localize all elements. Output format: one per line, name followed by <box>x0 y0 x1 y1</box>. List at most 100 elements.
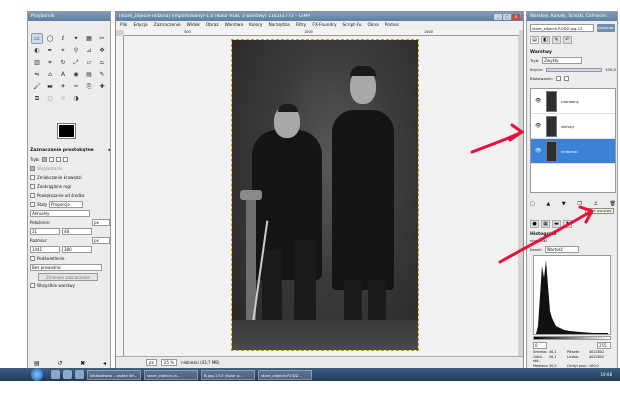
layer-row[interactable]: 👁 zielony <box>531 114 615 139</box>
size-w-input[interactable]: 1441 <box>30 246 60 253</box>
fixed-select[interactable]: Proporcje <box>49 201 84 208</box>
tab-paths-icon[interactable]: ✎ <box>552 36 561 44</box>
ink-icon[interactable]: ✑ <box>71 82 81 91</box>
eye-icon[interactable]: 👁 <box>535 148 542 154</box>
maximize-icon[interactable]: □ <box>503 14 511 20</box>
restore-options-icon[interactable]: ↺ <box>57 360 62 367</box>
start-button[interactable] <box>31 368 43 381</box>
eye-icon[interactable]: 👁 <box>535 98 542 104</box>
tab-layers-icon[interactable]: ▤ <box>530 36 539 44</box>
cage-icon[interactable]: ⌂ <box>45 70 55 79</box>
merge-checkbox[interactable] <box>30 283 35 288</box>
mode-subtract-icon[interactable] <box>55 157 61 162</box>
current-input[interactable]: Aktualny <box>30 210 90 217</box>
histogram-graph[interactable] <box>533 255 611 335</box>
clone-icon[interactable]: ⎘ <box>84 82 94 91</box>
bucket-fill-icon[interactable]: ◉ <box>71 70 81 79</box>
position-x-input[interactable]: 21 <box>30 228 60 235</box>
taskbar-task[interactable]: Wskazówka – zadań Wi... <box>87 369 141 380</box>
delete-layer-icon[interactable]: 🗑 <box>610 201 616 207</box>
opacity-slider[interactable] <box>546 67 603 72</box>
lower-layer-icon[interactable]: ▼ <box>562 201 566 207</box>
menu-9[interactable]: FX-Foundry <box>312 23 336 28</box>
rect-select-icon[interactable]: ▭ <box>31 33 43 44</box>
mode-add-icon[interactable] <box>48 157 54 162</box>
position-unit-select[interactable]: px <box>92 219 110 226</box>
panel-menu-icon[interactable]: ◂ <box>108 148 110 153</box>
fixed-checkbox[interactable] <box>30 202 35 207</box>
layer-name[interactable]: czerwony <box>561 99 579 104</box>
tab-brush-icon[interactable]: ● <box>530 220 539 228</box>
explorer-icon[interactable] <box>51 370 60 379</box>
tab-gradient-icon[interactable]: ▬ <box>552 220 561 228</box>
layer-row[interactable]: 👁 czerwony <box>531 89 615 114</box>
photo-image[interactable] <box>231 39 419 351</box>
menu-4[interactable]: Obraz <box>206 23 219 28</box>
range-min-input[interactable]: 0 <box>533 342 547 349</box>
blend-icon[interactable]: ▤ <box>84 70 94 79</box>
tab-pattern-icon[interactable]: ▦ <box>541 220 550 228</box>
menu-0[interactable]: Plik <box>120 23 127 28</box>
airbrush-icon[interactable]: ✈ <box>58 82 68 91</box>
size-unit-select[interactable]: px <box>92 237 110 244</box>
heal-icon[interactable]: ✚ <box>97 82 107 91</box>
reset-options-icon[interactable]: ◂ <box>103 360 106 367</box>
crop-icon[interactable]: ⌗ <box>45 58 55 67</box>
layer-row[interactable]: 👁 niebieski <box>531 139 615 164</box>
smudge-icon[interactable]: ☝ <box>58 94 68 103</box>
taskbar-task[interactable]: B.jpg-13.0 (Kolor p... <box>201 369 255 380</box>
shear-icon[interactable]: ▱ <box>84 58 94 67</box>
feather-checkbox[interactable] <box>30 175 35 180</box>
mode-intersect-icon[interactable] <box>62 157 68 162</box>
media-icon[interactable] <box>75 370 84 379</box>
menu-3[interactable]: Widok <box>187 23 200 28</box>
position-y-input[interactable]: 48 <box>62 228 92 235</box>
lock-alpha-checkbox[interactable] <box>563 76 569 81</box>
image-canvas[interactable] <box>124 36 518 356</box>
channel-select[interactable]: Wartość <box>544 246 579 253</box>
measure-icon[interactable]: ⊿ <box>84 46 94 55</box>
color-picker-icon[interactable]: ⌖ <box>58 46 68 55</box>
size-h-input[interactable]: 380 <box>62 246 92 253</box>
browser-icon[interactable] <box>63 370 72 379</box>
anchor-layer-icon[interactable]: ⚓ <box>594 201 598 207</box>
auto-button[interactable]: Automat. <box>597 24 615 32</box>
menu-11[interactable]: Okna <box>368 23 379 28</box>
eraser-icon[interactable]: ▬ <box>45 82 55 91</box>
paths-icon[interactable]: ✒ <box>45 46 55 55</box>
vertical-ruler[interactable] <box>116 36 124 356</box>
new-layer-icon[interactable]: ▢ <box>530 201 535 207</box>
menu-5[interactable]: Warstwa <box>225 23 243 28</box>
eye-icon[interactable]: 👁 <box>535 123 542 129</box>
pencil-icon[interactable]: ✎ <box>97 70 107 79</box>
menu-12[interactable]: Pomoc <box>385 23 399 28</box>
menu-7[interactable]: Narzędzia <box>268 23 289 28</box>
foreground-select-icon[interactable]: ◐ <box>32 46 42 55</box>
lock-pixels-checkbox[interactable] <box>555 76 561 81</box>
minimize-icon[interactable]: _ <box>494 14 502 20</box>
scissors-select-icon[interactable]: ✂ <box>97 34 107 43</box>
tab-channels-icon[interactable]: ◧ <box>541 36 550 44</box>
layer-name[interactable]: niebieski <box>561 149 578 154</box>
blur-icon[interactable]: ◌ <box>45 94 55 103</box>
shrink-selection-button[interactable]: Zmniejsz zaznaczenie <box>38 272 98 281</box>
menu-10[interactable]: Script-Fu <box>343 23 362 28</box>
menu-8[interactable]: Filtry <box>296 23 307 28</box>
scale-icon[interactable]: ⤢ <box>71 58 81 67</box>
perspective-icon[interactable]: ⏢ <box>97 58 107 67</box>
raise-layer-icon[interactable]: ▲ <box>546 201 550 207</box>
fg-bg-colors[interactable] <box>57 123 88 146</box>
menu-6[interactable]: Kolory <box>249 23 262 28</box>
flip-icon[interactable]: ⇋ <box>32 70 42 79</box>
fuzzy-select-icon[interactable]: ✦ <box>71 34 81 43</box>
expand-center-checkbox[interactable] <box>30 193 35 198</box>
color-select-icon[interactable]: ▦ <box>84 34 94 43</box>
unit-select[interactable]: px <box>146 359 157 366</box>
menu-1[interactable]: Edycja <box>133 23 147 28</box>
move-icon[interactable]: ✥ <box>97 46 107 55</box>
highlight-checkbox[interactable] <box>30 256 35 261</box>
save-options-icon[interactable]: ▤ <box>34 360 40 367</box>
foreground-color-swatch[interactable] <box>57 123 76 139</box>
tab-histogram-icon[interactable]: ▮ <box>563 220 572 228</box>
layer-name[interactable]: zielony <box>561 124 574 129</box>
